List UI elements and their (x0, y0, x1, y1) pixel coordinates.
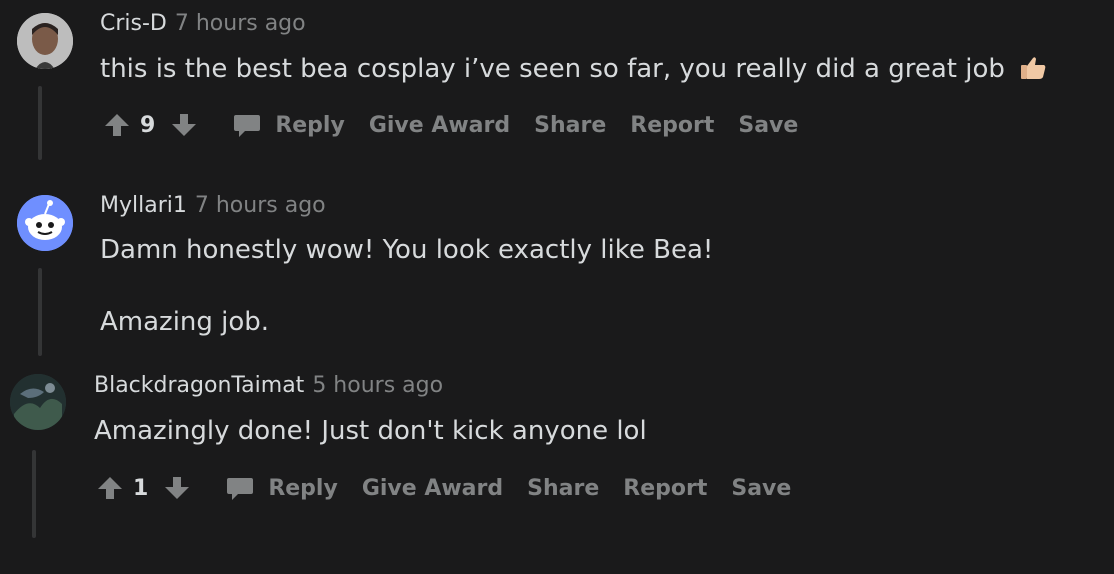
arrow-down-icon (172, 114, 197, 136)
comment-actions: 1 Reply Give Award Share Report Save (97, 475, 791, 501)
comment-actions: 9 Reply Give Award Share Report Save (104, 112, 798, 138)
comment-bubble-icon (234, 115, 261, 137)
comment-text-line-2: Amazing job. (100, 307, 270, 337)
avatar[interactable] (10, 374, 66, 430)
author-name[interactable]: Cris-D (100, 11, 167, 36)
thread-line[interactable] (32, 450, 36, 538)
user-photo-icon (17, 13, 73, 69)
comment-meta: Cris-D 7 hours ago (100, 11, 306, 36)
reply-button[interactable]: Reply (233, 112, 345, 138)
report-button[interactable]: Report (623, 476, 707, 501)
thread-line[interactable] (38, 268, 42, 356)
arrow-down-icon (165, 477, 190, 499)
downvote-button[interactable] (171, 112, 197, 138)
downvote-button[interactable] (164, 475, 190, 501)
share-button[interactable]: Share (534, 113, 606, 138)
reply-label: Reply (275, 112, 345, 138)
avatar[interactable] (17, 195, 73, 251)
comment-meta: Myllari1 7 hours ago (100, 193, 326, 218)
author-name[interactable]: BlackdragonTaimat (94, 373, 304, 398)
arrow-up-icon (105, 114, 129, 136)
comment-text-line-1: Damn honestly wow! You look exactly like… (100, 235, 714, 265)
timestamp[interactable]: 5 hours ago (312, 373, 443, 398)
give-award-button[interactable]: Give Award (362, 476, 503, 501)
report-button[interactable]: Report (630, 113, 714, 138)
thumbs-up-emoji-icon (1019, 55, 1047, 88)
arrow-up-icon (98, 477, 122, 499)
comment-text: this is the best bea cosplay i’ve seen s… (100, 54, 1005, 84)
comment-bubble-icon (227, 478, 254, 500)
vote-count: 9 (140, 112, 156, 138)
reply-label: Reply (268, 475, 338, 501)
comment-meta: BlackdragonTaimat 5 hours ago (94, 373, 443, 398)
dragon-avatar-icon (10, 374, 66, 430)
reply-button[interactable]: Reply (226, 475, 338, 501)
save-button[interactable]: Save (738, 113, 798, 138)
timestamp[interactable]: 7 hours ago (195, 193, 326, 218)
comment-text: Amazingly done! Just don't kick anyone l… (94, 416, 647, 446)
thread-line[interactable] (38, 86, 42, 160)
snoo-avatar-icon (17, 195, 73, 251)
author-name[interactable]: Myllari1 (100, 193, 187, 218)
upvote-button[interactable] (97, 475, 123, 501)
avatar[interactable] (17, 13, 73, 69)
save-button[interactable]: Save (731, 476, 791, 501)
vote-count: 1 (133, 475, 149, 501)
timestamp[interactable]: 7 hours ago (175, 11, 306, 36)
share-button[interactable]: Share (527, 476, 599, 501)
upvote-button[interactable] (104, 112, 130, 138)
comment-body: this is the best bea cosplay i’ve seen s… (100, 54, 1047, 88)
give-award-button[interactable]: Give Award (369, 113, 510, 138)
